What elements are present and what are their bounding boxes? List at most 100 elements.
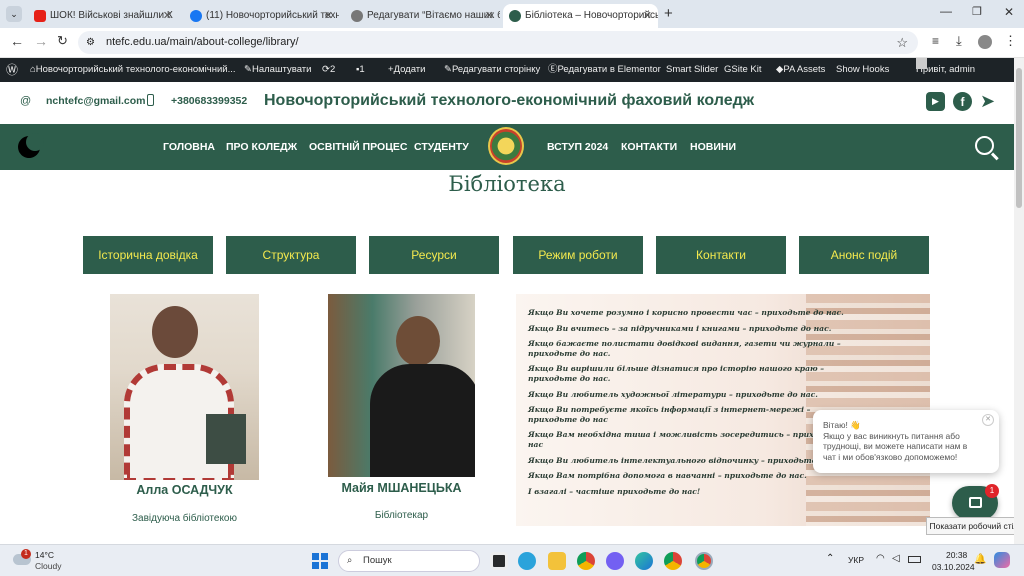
viber-icon[interactable] — [606, 552, 624, 570]
page-scrollbar[interactable] — [1014, 58, 1024, 544]
admin-add-label: Додати — [393, 64, 426, 75]
maximize-button[interactable]: ❐ — [972, 5, 982, 18]
search-icon[interactable] — [975, 136, 994, 155]
chat-message: Якщо у вас виникнуть питання або труднощ… — [823, 430, 968, 462]
media-controls-icon[interactable]: ≡ — [932, 34, 939, 48]
quote-line: Якщо Вам потрібна допомога в навчанні – … — [528, 471, 807, 481]
email-link[interactable]: nchtefc@gmail.com — [46, 95, 146, 107]
close-icon[interactable]: ✕ — [485, 4, 494, 28]
nav-admission[interactable]: ВСТУП 2024 — [547, 124, 608, 170]
events-button[interactable]: Анонс подій — [799, 236, 929, 274]
copilot-icon[interactable] — [994, 552, 1010, 568]
chrome-profile-icon[interactable] — [695, 552, 713, 570]
resources-button[interactable]: Ресурси — [369, 236, 499, 274]
tab-wordpress-edit[interactable]: Редагувати “Вітаємо наших бі ✕ — [345, 4, 500, 28]
quote-line: Якщо Ви любитель інтелектуального відпоч… — [528, 455, 850, 465]
site-info-icon[interactable]: ⚙ — [86, 31, 95, 54]
admin-add-new[interactable]: + Додати — [388, 58, 425, 82]
quote-line: Якщо Ви любитель художньої літератури – … — [528, 389, 818, 399]
admin-edit-page[interactable]: ✎ Редагувати сторінку — [444, 58, 540, 82]
structure-button[interactable]: Структура — [226, 236, 356, 274]
admin-elementor[interactable]: Ⓔ Редагувати в Elementor — [548, 58, 661, 82]
tab-youtube[interactable]: ШОК! Військові знайшли К ✕ — [28, 4, 178, 28]
windows-start-icon[interactable] — [312, 553, 328, 569]
contacts-button[interactable]: Контакти — [656, 236, 786, 274]
admin-pa-assets[interactable]: ◆ PA Assets — [776, 58, 825, 82]
chrome-icon[interactable] — [577, 552, 595, 570]
admin-smart-slider[interactable]: Smart Slider — [666, 58, 718, 82]
download-icon[interactable]: ⤓ — [956, 33, 962, 49]
chrome-icon[interactable] — [664, 552, 682, 570]
facebook-icon — [190, 10, 202, 22]
close-icon[interactable]: ✕ — [163, 4, 172, 28]
notification-bell-icon[interactable]: 🔔 — [974, 554, 986, 565]
new-tab-button[interactable]: + — [664, 5, 673, 22]
nav-education[interactable]: ОСВІТНІЙ ПРОЦЕС — [309, 124, 407, 170]
nav-student[interactable]: СТУДЕНТУ — [414, 124, 469, 170]
admin-comments[interactable]: ▪ 1 — [356, 58, 365, 82]
chat-close-icon[interactable]: ✕ — [982, 414, 994, 426]
battery-icon[interactable] — [908, 556, 921, 563]
scrollbar-thumb[interactable] — [1016, 68, 1022, 208]
admin-customize[interactable]: ✎ Налаштувати — [244, 58, 311, 82]
admin-show-hooks[interactable]: Show Hooks — [836, 58, 889, 82]
clock-time[interactable]: 20:38 — [946, 550, 967, 560]
tab-library[interactable]: Бібліотека – Новочорторийськ ✕ — [503, 4, 658, 28]
nav-about-college[interactable]: ПРО КОЛЕДЖ — [226, 124, 297, 170]
back-arrow-icon[interactable]: ← — [10, 33, 24, 49]
nav-home[interactable]: ГОЛОВНА — [163, 124, 215, 170]
show-desktop-tooltip: Показати робочий стіл — [926, 517, 1022, 535]
site-title[interactable]: Новочорторийський технолого-економічний … — [264, 92, 754, 110]
taskbar-search-box[interactable]: ⌕ Пошук — [338, 550, 480, 572]
photo-figure — [152, 306, 198, 358]
edge-icon[interactable] — [635, 552, 653, 570]
minimize-button[interactable]: — — [940, 4, 952, 18]
telegram-icon[interactable] — [518, 552, 536, 570]
admin-updates-count: 2 — [329, 64, 336, 75]
youtube-icon[interactable]: ▶ — [926, 92, 945, 111]
staff-name-osadchuk: Алла ОСАДЧУК — [136, 483, 233, 497]
wordpress-logo-icon[interactable]: Ⓦ — [6, 58, 18, 82]
email-icon: @ — [20, 95, 32, 107]
phone-icon — [147, 94, 154, 106]
college-logo[interactable] — [488, 127, 524, 165]
nav-contacts[interactable]: КОНТАКТИ — [621, 124, 677, 170]
quote-line: Якщо Ви вирішили більше дізнатися про іс… — [528, 364, 825, 383]
staff-photo-mshanetska — [328, 294, 475, 477]
moon-cutout — [26, 133, 44, 151]
nav-news[interactable]: НОВИНИ — [690, 124, 736, 170]
speaker-icon[interactable]: ◁ — [892, 553, 900, 564]
admin-site-name[interactable]: ⌂ Новочорторийський технолого-економічни… — [30, 58, 236, 82]
chat-launcher-button[interactable]: 1 — [952, 484, 999, 520]
tab-facebook[interactable]: (11) Новочорторийський техн ✕ — [184, 4, 339, 28]
admin-site-kit[interactable]: G Site Kit — [724, 58, 762, 82]
folder-icon[interactable] — [548, 552, 566, 570]
schedule-button[interactable]: Режим роботи — [513, 236, 643, 274]
telegram-icon[interactable]: ➤ — [980, 92, 995, 111]
chat-badge: 1 — [985, 484, 999, 498]
reload-icon[interactable]: ↻ — [57, 33, 68, 49]
wifi-icon[interactable]: ◠ — [876, 553, 885, 564]
window-close-button[interactable]: ✕ — [1004, 5, 1014, 19]
close-icon[interactable]: ✕ — [643, 4, 652, 28]
close-icon[interactable]: ✕ — [324, 4, 333, 28]
tab-list-dropdown[interactable]: ⌄ — [6, 6, 22, 22]
phone-link[interactable]: +380683399352 — [171, 95, 247, 107]
page-title: Бібліотека — [448, 172, 566, 196]
tray-chevron-up-icon[interactable]: ⌃ — [826, 553, 834, 564]
profile-icon[interactable] — [978, 35, 992, 49]
admin-updates[interactable]: ⟳ 2 — [322, 58, 335, 82]
facebook-icon[interactable]: f — [953, 92, 972, 111]
bookmark-star-icon[interactable]: ☆ — [896, 31, 908, 54]
clock-date[interactable]: 03.10.2024 — [932, 562, 975, 572]
windows-taskbar: 1 14°C Cloudy ⌕ Пошук ⌃ УКР ◠ ◁ 20:38 03… — [0, 544, 1024, 576]
address-bar[interactable]: ⚙ ntefc.edu.ua/main/about-college/librar… — [78, 31, 918, 54]
tab-label: ШОК! Військові знайшли К — [50, 10, 173, 21]
forward-arrow-icon[interactable]: → — [34, 33, 48, 49]
browser-menu-icon[interactable]: ⋮ — [1004, 33, 1017, 49]
file-explorer-icon[interactable] — [490, 552, 508, 570]
staff-photo-osadchuk — [110, 294, 259, 480]
chat-popup[interactable]: Вітаю! 👋 Якщо у вас виникнуть питання аб… — [813, 410, 999, 473]
keyboard-language[interactable]: УКР — [848, 555, 864, 565]
history-button[interactable]: Історична довідка — [83, 236, 213, 274]
